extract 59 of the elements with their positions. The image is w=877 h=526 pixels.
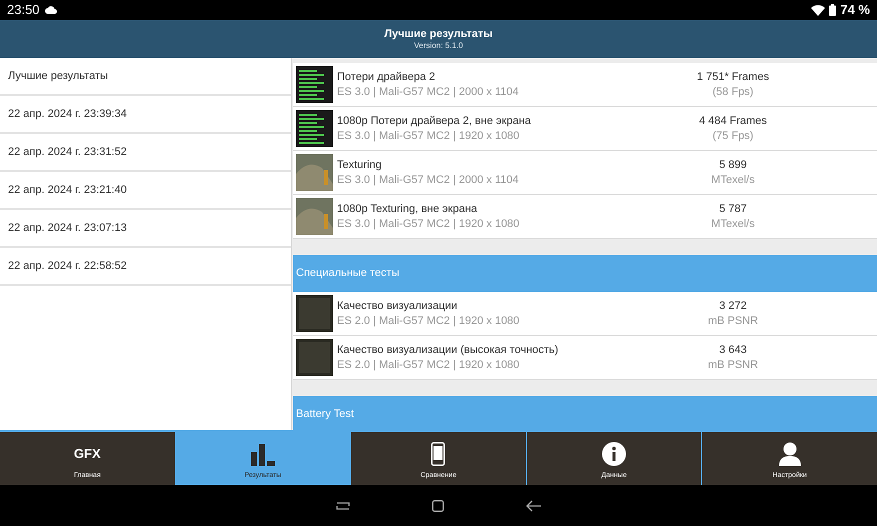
person-icon	[778, 442, 801, 466]
test-name: Texturing	[337, 158, 383, 172]
test-thumbnail	[296, 154, 333, 191]
phone-icon	[431, 442, 446, 466]
version-label: Version: 5.1.0	[414, 41, 463, 51]
test-result-row[interactable]: 1080p Texturing, вне экрана ES 3.0 | Mali-G57 MC2 | 1920 x 1080 5 787 MTexel/s	[293, 195, 877, 239]
test-score: 1 751* Frames	[696, 70, 770, 84]
back-icon[interactable]	[526, 500, 542, 512]
test-details: ES 2.0 | Mali-G57 MC2 | 1920 x 1080	[337, 358, 520, 372]
test-thumbnail	[296, 339, 333, 376]
battery-percentage: 74 %	[840, 1, 870, 20]
wifi-icon	[811, 4, 826, 16]
logo-text: GFX	[74, 445, 101, 463]
test-result-row[interactable]: Качество визуализации (высокая точность) ES 2.0 | Mali-G57 MC2 | 1920 x 1080 3 643 mB PSNR	[293, 336, 877, 380]
result-list-item[interactable]: 22 апр. 2024 г. 23:31:52	[0, 134, 291, 172]
score-unit: mB PSNR	[708, 314, 758, 328]
battery-icon	[829, 4, 836, 16]
result-list-item[interactable]: 22 апр. 2024 г. 23:21:40	[0, 172, 291, 210]
test-result-row[interactable]: Качество визуализации ES 2.0 | Mali-G57 MC2 | 1920 x 1080 3 272 mB PSNR	[293, 292, 877, 336]
home-icon[interactable]	[432, 500, 444, 512]
cloud-icon	[44, 6, 57, 14]
score-unit: mB PSNR	[708, 358, 758, 372]
test-details: ES 3.0 | Mali-G57 MC2 | 2000 x 1104	[337, 84, 520, 100]
test-details: ES 2.0 | Mali-G57 MC2 | 1920 x 1080	[337, 314, 520, 328]
test-score: 3 643	[719, 342, 747, 358]
score-unit: (58 Fps)	[712, 84, 754, 100]
test-thumbnail	[296, 66, 333, 103]
test-thumbnail	[296, 110, 333, 147]
test-name: 1080p Потери драйвера 2, вне экрана	[337, 114, 532, 128]
test-details: ES 3.0 | Mali-G57 MC2 | 1920 x 1080	[337, 216, 520, 232]
test-score: 4 484 Frames	[699, 114, 767, 128]
test-name: Потери драйвера 2	[337, 70, 436, 84]
test-thumbnail	[296, 198, 333, 235]
test-score: 5 899	[719, 158, 747, 172]
test-name: 1080p Texturing, вне экрана	[337, 202, 478, 216]
test-result-row[interactable]: Texturing ES 3.0 | Mali-G57 MC2 | 2000 x 1104 5 899 MTexel/s	[293, 151, 877, 195]
test-details: ES 3.0 | Mali-G57 MC2 | 2000 x 1104	[337, 172, 520, 188]
test-details: ES 3.0 | Mali-G57 MC2 | 1920 x 1080	[337, 128, 520, 144]
test-score: 3 272	[719, 298, 747, 314]
score-unit: (75 Fps)	[712, 128, 754, 144]
result-list-item[interactable]: 22 апр. 2024 г. 23:07:13	[0, 210, 291, 248]
status-time: 23:50	[7, 1, 40, 20]
test-thumbnail	[296, 295, 333, 332]
result-list-item[interactable]: 22 апр. 2024 г. 22:58:52	[0, 248, 291, 286]
section-header: Battery Test	[293, 396, 877, 430]
test-result-row[interactable]: Потери драйвера 2 ES 3.0 | Mali-G57 MC2 | 2000 x 1104 1 751* Frames (58 Fps)	[293, 63, 877, 107]
score-unit: MTexel/s	[711, 216, 755, 232]
result-list-item[interactable]: Лучшие результаты	[0, 58, 291, 96]
screen-title: Лучшие результаты	[384, 27, 493, 41]
section-header: Специальные тесты	[293, 255, 877, 292]
bar-chart-icon	[250, 444, 275, 466]
recents-icon[interactable]	[336, 500, 350, 512]
test-name: Качество визуализации (высокая точность)	[337, 342, 560, 358]
info-icon	[602, 442, 626, 466]
test-result-row[interactable]: 1080p Потери драйвера 2, вне экрана ES 3.0 | Mali-G57 MC2 | 1920 x 1080 4 484 Frames (75 Fps)	[293, 107, 877, 151]
test-score: 5 787	[719, 202, 747, 216]
result-list-item[interactable]: 22 апр. 2024 г. 23:39:34	[0, 96, 291, 134]
score-unit: MTexel/s	[711, 172, 755, 188]
test-name: Качество визуализации	[337, 298, 458, 314]
